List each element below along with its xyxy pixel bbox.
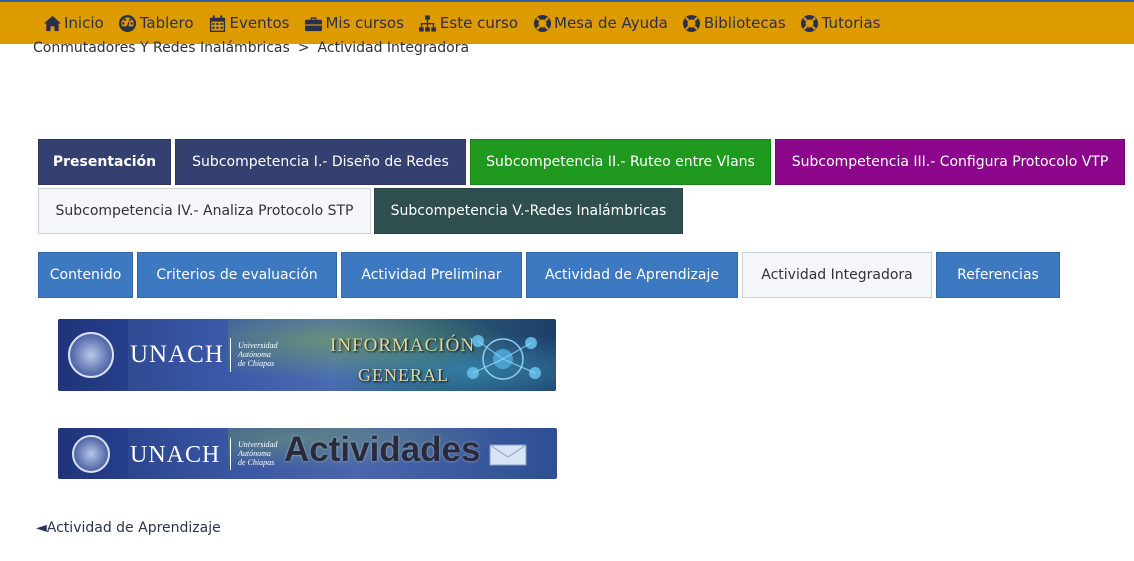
nav-item-tutorias[interactable]: Tutorias [800,13,881,33]
nav-item-label: Tutorias [821,14,881,32]
lifebuoy-icon [800,13,820,33]
network-icon [467,335,541,380]
university-line: Universidad [238,440,278,449]
nav-item-bibliotecas[interactable]: Bibliotecas [682,13,786,33]
breadcrumb-separator: > [297,40,310,56]
nav-item-mesa-de-ayuda[interactable]: Mesa de Ayuda [532,13,668,33]
nav-item-label: Tablero [139,14,194,32]
banner-divider [230,338,231,372]
university-line: de Chiapas [238,458,275,467]
tab-actividad-preliminar[interactable]: Actividad Preliminar [341,252,522,298]
tab-subcompetencia-2[interactable]: Subcompetencia II.- Ruteo entre Vlans [470,139,771,185]
back-link-label: Actividad de Aprendizaje [46,520,221,536]
tab-referencias[interactable]: Referencias [936,252,1060,298]
nav-item-inicio[interactable]: Inicio [42,13,104,33]
banner-university-lines: Universidad Autónoma de Chiapas [238,440,278,467]
home-icon [42,13,62,33]
tab-criterios-de-evaluacion[interactable]: Criterios de evaluación [137,252,337,298]
banner-informacion-general[interactable]: UNACH Universidad Autónoma de Chiapas IN… [58,319,556,391]
lifebuoy-icon [532,13,552,33]
nav-item-label: Bibliotecas [703,14,786,32]
banner-divider [230,438,231,470]
nav-item-tablero[interactable]: Tablero [118,13,194,33]
nav-item-eventos[interactable]: Eventos [208,13,290,33]
nav-item-mis-cursos[interactable]: Mis cursos [303,13,404,33]
banner-title: Actividades [284,430,481,469]
back-arrow-icon: ◄ [36,520,47,536]
university-line: de Chiapas [238,359,275,368]
tab-subcompetencia-5[interactable]: Subcompetencia V.-Redes Inalámbricas [374,188,683,234]
tab-actividad-integradora[interactable]: Actividad Integradora [742,252,932,298]
top-navigation-bar: Inicio Tablero Eventos Mis cursos Este c… [0,0,1134,44]
banner-actividades[interactable]: UNACH Universidad Autónoma de Chiapas Ac… [58,428,557,479]
banner-title-line2: GENERAL [358,365,449,385]
banner-logo-text: UNACH [130,341,224,368]
lifebuoy-icon [682,13,702,33]
sitemap-icon [418,13,438,33]
university-line: Autónoma [238,350,271,359]
tab-actividad-de-aprendizaje[interactable]: Actividad de Aprendizaje [526,252,738,298]
breadcrumb-current: Actividad Integradora [317,40,470,56]
calendar-icon [208,13,228,33]
university-line: Autónoma [238,449,271,458]
dashboard-icon [118,13,138,33]
nav-item-label: Mesa de Ayuda [554,14,668,32]
breadcrumb-course-link[interactable]: Conmutadores Y Redes Inalámbricas [33,40,290,56]
nav-item-label: Eventos [229,14,290,32]
envelope-icon [489,444,527,466]
tab-subcompetencia-1[interactable]: Subcompetencia I.- Diseño de Redes [175,139,466,185]
back-link-actividad-de-aprendizaje[interactable]: ◄Actividad de Aprendizaje [36,520,221,536]
tab-subcompetencia-4[interactable]: Subcompetencia IV.- Analiza Protocolo ST… [38,188,371,234]
university-line: Universidad [238,341,278,350]
briefcase-icon [303,13,323,33]
tab-subcompetencia-3[interactable]: Subcompetencia III.- Configura Protocolo… [775,139,1125,185]
tab-contenido[interactable]: Contenido [38,252,133,298]
breadcrumb: Conmutadores Y Redes Inalámbricas > Activi… [33,40,469,56]
nav-item-label: Este curso [439,14,518,32]
unach-seal-icon [72,434,110,473]
nav-item-label: Inicio [64,14,104,32]
banner-logo-text: UNACH [130,442,221,468]
unach-seal-icon [68,332,114,378]
banner-university-lines: Universidad Autónoma de Chiapas [238,341,278,368]
nav-item-label: Mis cursos [325,14,404,32]
nav-item-este-curso[interactable]: Este curso [418,13,518,33]
tab-presentacion[interactable]: Presentación [38,139,171,185]
